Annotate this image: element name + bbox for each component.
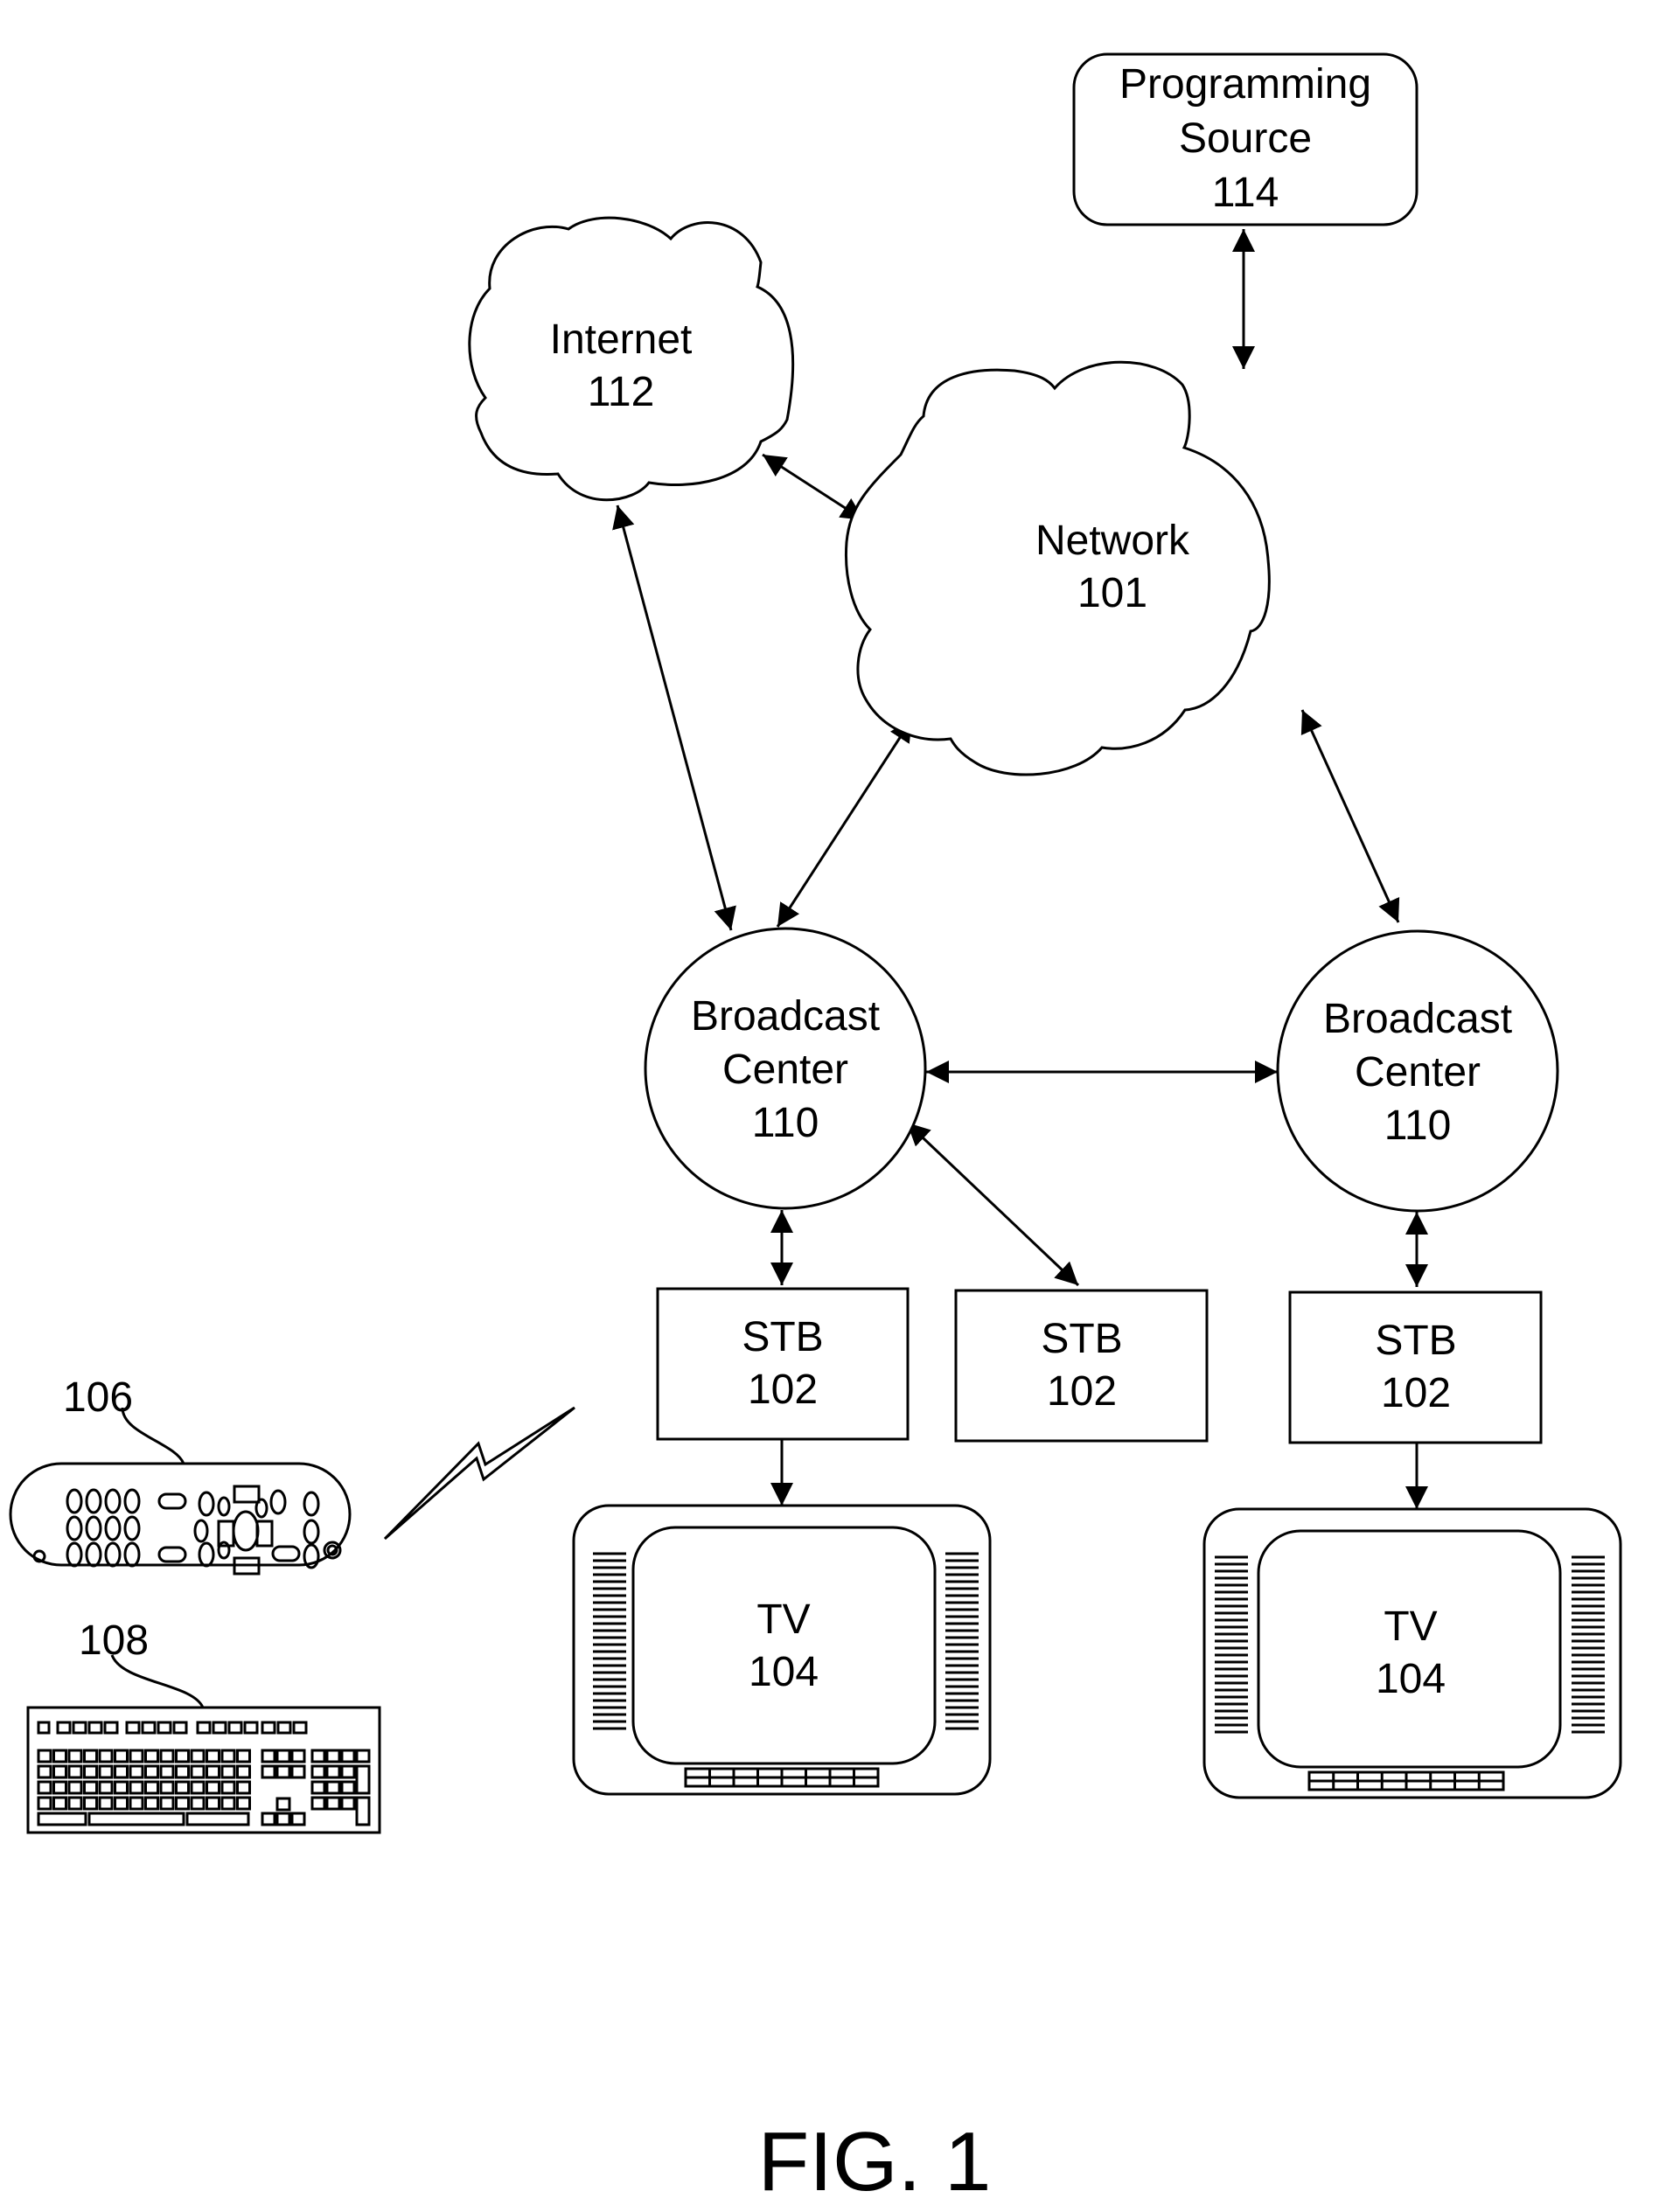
tv-right-label: TV xyxy=(1384,1603,1437,1650)
link-internet-broadcast-left xyxy=(612,504,736,931)
tv-left-ref: 104 xyxy=(749,1649,819,1695)
link-network-broadcast-left xyxy=(776,718,914,928)
internet-ref: 112 xyxy=(588,369,655,415)
stb-left-label: STB xyxy=(742,1314,823,1360)
stb-middle-box xyxy=(954,1289,1209,1443)
programming-source-node: Programming Source 114 xyxy=(1072,52,1419,226)
stb-middle-node: STB 102 xyxy=(954,1289,1209,1443)
stb-right-box xyxy=(1288,1290,1543,1444)
tv-left-screen xyxy=(631,1526,937,1765)
tv-right-ref: 104 xyxy=(1376,1656,1446,1702)
stb-right-node: STB 102 xyxy=(1288,1290,1543,1444)
broadcast-center-left-label-line2: Center xyxy=(722,1047,848,1093)
stb-middle-ref: 102 xyxy=(1047,1368,1117,1415)
remote-control-node: 106 xyxy=(9,1374,352,1576)
tv-left-node: TV 104 xyxy=(572,1504,992,1796)
broadcast-center-right-ref: 110 xyxy=(1384,1103,1452,1149)
programming-source-label-line1: Programming xyxy=(1119,61,1371,108)
tv-right-node: TV 104 xyxy=(1202,1507,1622,1799)
link-internet-network xyxy=(762,453,865,522)
internet-label: Internet xyxy=(550,316,693,363)
link-broadcast-left-stb-middle xyxy=(905,1121,1080,1287)
broadcast-center-right-label-line1: Broadcast xyxy=(1323,996,1512,1042)
network-node: Network 101 xyxy=(845,360,1271,776)
network-ref: 101 xyxy=(1077,570,1147,616)
broadcast-center-left-ref: 110 xyxy=(752,1100,819,1146)
broadcast-center-right-label-line2: Center xyxy=(1355,1049,1481,1096)
keyboard-node: 108 xyxy=(26,1617,381,1834)
stb-left-box xyxy=(656,1287,910,1441)
broadcast-center-left-label-line1: Broadcast xyxy=(691,993,880,1040)
system-diagram: Programming Source 114 Internet 112 Netw… xyxy=(9,52,1622,2209)
stb-middle-label: STB xyxy=(1041,1316,1122,1362)
network-cloud-icon xyxy=(845,360,1271,776)
internet-node: Internet 112 xyxy=(468,216,795,502)
tv-left-label: TV xyxy=(756,1596,810,1643)
broadcast-center-right-node: Broadcast Center 110 xyxy=(1276,929,1559,1213)
broadcast-center-left-node: Broadcast Center 110 xyxy=(644,927,927,1210)
stb-right-label: STB xyxy=(1375,1318,1456,1364)
wireless-signal-icon xyxy=(383,1406,575,1541)
link-network-broadcast-right xyxy=(1300,709,1400,923)
figure-label: FIG. 1 xyxy=(758,2115,992,2209)
network-label: Network xyxy=(1035,518,1190,564)
programming-source-label-line2: Source xyxy=(1179,115,1312,162)
stb-left-ref: 102 xyxy=(748,1367,818,1413)
programming-source-ref: 114 xyxy=(1212,170,1279,216)
stb-left-node: STB 102 xyxy=(656,1287,910,1441)
stb-right-ref: 102 xyxy=(1381,1370,1451,1416)
